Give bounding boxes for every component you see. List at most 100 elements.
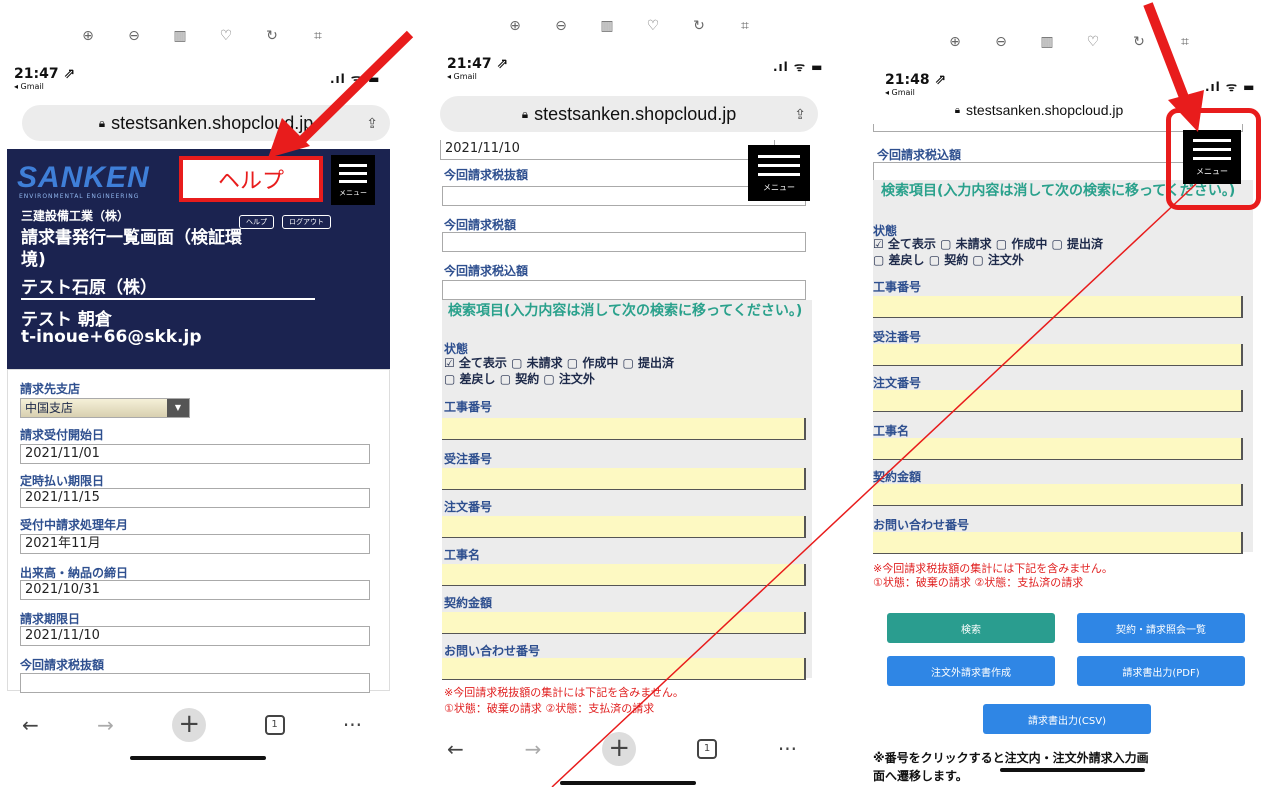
- page-title-cont: 境): [21, 250, 46, 270]
- address-bar[interactable]: 🔒︎ stestsanken.shopcloud.jp: [869, 96, 1209, 124]
- construction-name-field[interactable]: [442, 564, 806, 586]
- create-invoice-button[interactable]: 注文外請求書作成: [887, 656, 1055, 686]
- inquiry-number-field[interactable]: [442, 658, 806, 680]
- tax-included-field[interactable]: [442, 280, 806, 300]
- due-date-field[interactable]: 2021/11/15: [20, 488, 370, 508]
- zoom-in-icon[interactable]: ⊕: [947, 34, 963, 50]
- crop-icon[interactable]: ⌗: [310, 28, 326, 44]
- trash-icon[interactable]: ▥: [599, 18, 615, 34]
- export-pdf-button[interactable]: 請求書出力(PDF): [1077, 656, 1245, 686]
- construction-number-field[interactable]: [873, 296, 1243, 318]
- construction-name-field[interactable]: [873, 438, 1243, 460]
- tax-label: 今回請求税額: [444, 218, 517, 232]
- deadline-field[interactable]: 2021/11/10: [440, 140, 775, 160]
- note-line-1: ※今回請求税抜額の集計には下記を含みません。: [444, 686, 684, 699]
- tabs-icon[interactable]: 1: [697, 739, 718, 759]
- cutoff-date-field[interactable]: 2021/10/31: [20, 580, 370, 600]
- lock-icon: 🔒︎: [98, 115, 106, 130]
- inquiry-number-field[interactable]: [873, 532, 1243, 554]
- address-bar[interactable]: 🔒︎ stestsanken.shopcloud.jp ⇪: [440, 96, 818, 132]
- zoom-out-icon[interactable]: ⊖: [126, 28, 142, 44]
- more-icon[interactable]: ···: [343, 713, 362, 737]
- zoom-in-icon[interactable]: ⊕: [507, 18, 523, 34]
- new-tab-plus-icon[interactable]: +: [172, 708, 207, 742]
- note-line-2: ①状態：破棄の請求 ②状態：支払済の請求: [873, 576, 1084, 589]
- browser-bottom-nav: ← → + 1 ···: [447, 732, 797, 766]
- tax-excluded-field[interactable]: [20, 673, 370, 693]
- trash-icon[interactable]: ▥: [1039, 34, 1055, 50]
- rotate-icon[interactable]: ↻: [264, 28, 280, 44]
- contract-amount-field[interactable]: [442, 612, 806, 634]
- signal-icon: .ıl ᯤ ▬: [330, 72, 381, 86]
- screenshot-panel-1: ⊕ ⊖ ▥ ♡ ↻ ⌗ 21:47 ⇗ ◂ Gmail .ıl ᯤ ▬ 🔒︎ stestsa…: [0, 0, 400, 787]
- order-number-field[interactable]: [873, 390, 1243, 412]
- contract-amount-field[interactable]: [873, 484, 1243, 506]
- status-checkboxes-row1[interactable]: ☑ 全て表示 ▢ 未請求 ▢ 作成中 ▢ 提出済: [444, 355, 674, 371]
- forward-arrow-icon[interactable]: →: [525, 737, 542, 761]
- url-text: stestsanken.shopcloud.jp: [534, 103, 737, 124]
- status-checkboxes-row2[interactable]: ▢ 差戻し ▢ 契約 ▢ 注文外: [444, 371, 595, 387]
- heart-icon[interactable]: ♡: [645, 18, 661, 34]
- note-line-2: ①状態：破棄の請求 ②状態：支払済の請求: [444, 702, 655, 715]
- logout-button[interactable]: ログアウト: [282, 215, 331, 229]
- help-callout: ヘルプ: [179, 156, 323, 202]
- processing-month-field[interactable]: 2021年11月: [20, 534, 370, 554]
- branch-select[interactable]: 中国支店 ▼: [20, 398, 190, 418]
- search-heading: 検索項目(入力内容は消して次の検索に移ってください。): [448, 303, 803, 319]
- address-bar[interactable]: 🔒︎ stestsanken.shopcloud.jp ⇪: [22, 105, 390, 141]
- home-indicator: [130, 756, 266, 760]
- order-received-number-label: 受注番号: [873, 330, 922, 344]
- browser-bottom-nav: ← → + 1 ···: [22, 708, 362, 742]
- company-name: 三建設備工業（株）: [21, 209, 130, 223]
- search-button[interactable]: 検索: [887, 613, 1055, 643]
- tax-field[interactable]: [442, 232, 806, 252]
- viewer-toolbar: ⊕ ⊖ ▥ ♡ ↻ ⌗: [947, 34, 1193, 50]
- search-form: 2021/11/10 今回請求税抜額 今回請求税額 今回請求税込額 メニュー 検…: [430, 140, 825, 725]
- status-time: 21:47 ⇗ ◂ Gmail: [447, 56, 509, 81]
- back-to-gmail[interactable]: ◂ Gmail: [447, 72, 508, 81]
- status-checkboxes-row2[interactable]: ▢ 差戻し ▢ 契約 ▢ 注文外: [873, 252, 1024, 268]
- share-icon[interactable]: ⇪: [366, 115, 378, 132]
- home-indicator: [560, 781, 696, 785]
- deadline-field[interactable]: 2021/11/10: [20, 626, 370, 646]
- rotate-icon[interactable]: ↻: [691, 18, 707, 34]
- share-icon[interactable]: ⇪: [794, 106, 806, 123]
- zoom-in-icon[interactable]: ⊕: [80, 28, 96, 44]
- home-indicator: [1000, 768, 1145, 772]
- more-icon[interactable]: ···: [778, 737, 797, 761]
- back-arrow-icon[interactable]: ←: [22, 713, 39, 737]
- construction-number-field[interactable]: [442, 418, 806, 440]
- site-header: SANKEN ENVIRONMENTAL ENGINEERING ヘルプ メニュ…: [7, 149, 390, 369]
- construction-name-label: 工事名: [873, 424, 910, 438]
- viewer-toolbar: ⊕ ⊖ ▥ ♡ ↻ ⌗: [507, 18, 753, 34]
- cutoff-date-label: 出来高・納品の締日: [20, 566, 129, 580]
- order-number-field[interactable]: [442, 516, 806, 538]
- crop-icon[interactable]: ⌗: [737, 18, 753, 34]
- menu-button[interactable]: メニュー: [748, 145, 810, 201]
- zoom-out-icon[interactable]: ⊖: [553, 18, 569, 34]
- zoom-out-icon[interactable]: ⊖: [993, 34, 1009, 50]
- tabs-icon[interactable]: 1: [264, 715, 285, 735]
- status-checkboxes-row1[interactable]: ☑ 全て表示 ▢ 未請求 ▢ 作成中 ▢ 提出済: [873, 236, 1103, 252]
- rotate-icon[interactable]: ↻: [1131, 34, 1147, 50]
- inquiry-number-label: お問い合わせ番号: [873, 518, 970, 532]
- heart-icon[interactable]: ♡: [218, 28, 234, 44]
- footer-note-1: ※番号をクリックすると注文内・注文外請求入力画: [873, 751, 1149, 765]
- new-tab-plus-icon[interactable]: +: [602, 732, 637, 766]
- back-arrow-icon[interactable]: ←: [447, 737, 464, 761]
- contract-inquiry-list-button[interactable]: 契約・請求照会一覧: [1077, 613, 1245, 643]
- crop-icon[interactable]: ⌗: [1177, 34, 1193, 50]
- status-time: 21:48 ⇗ ◂ Gmail: [885, 72, 947, 97]
- trash-icon[interactable]: ▥: [172, 28, 188, 44]
- menu-button[interactable]: メニュー: [331, 155, 375, 205]
- signal-icon: .ıl ᯤ ▬: [1205, 80, 1256, 94]
- order-received-number-field[interactable]: [442, 468, 806, 490]
- back-to-gmail[interactable]: ◂ Gmail: [14, 82, 75, 91]
- order-received-number-field[interactable]: [873, 344, 1243, 366]
- url-text: stestsanken.shopcloud.jp: [111, 112, 314, 133]
- start-date-field[interactable]: 2021/11/01: [20, 444, 370, 464]
- export-csv-button[interactable]: 請求書出力(CSV): [983, 704, 1151, 734]
- forward-arrow-icon[interactable]: →: [97, 713, 114, 737]
- heart-icon[interactable]: ♡: [1085, 34, 1101, 50]
- help-button[interactable]: ヘルプ: [239, 215, 274, 229]
